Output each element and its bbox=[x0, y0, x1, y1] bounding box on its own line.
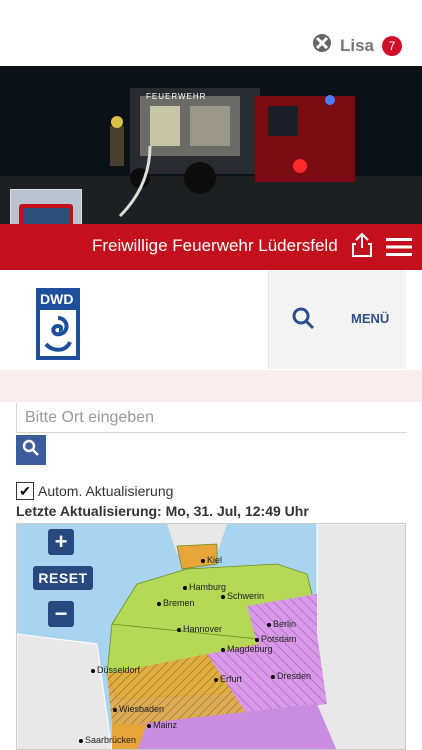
city-label: Hannover bbox=[176, 624, 223, 634]
city-label: Schwerin bbox=[220, 591, 265, 601]
city-label: Bremen bbox=[157, 598, 195, 608]
info-strip bbox=[0, 370, 422, 402]
dwd-logo-text: DWD bbox=[40, 291, 74, 307]
group-title: Freiwillige Feuerwehr Lüdersfeld bbox=[92, 236, 338, 255]
hamburger-menu-icon[interactable] bbox=[386, 237, 412, 262]
dwd-logo[interactable]: DWD bbox=[36, 288, 80, 365]
user-menu[interactable]: Lisa 7 bbox=[312, 33, 402, 58]
place-search-button[interactable] bbox=[16, 435, 46, 465]
user-name: Lisa bbox=[339, 35, 374, 55]
auto-update-checkbox[interactable]: ✔ bbox=[16, 482, 34, 500]
city-label: Düsseldorf bbox=[90, 665, 141, 675]
city-label: Mainz bbox=[146, 720, 178, 730]
app-logo-icon bbox=[312, 33, 332, 58]
city-label: Kiel bbox=[200, 555, 223, 565]
city-label: Saarbrücken bbox=[78, 735, 137, 745]
auto-update-label: Autom. Aktualisierung bbox=[38, 483, 174, 499]
dwd-nav-panel: MENÜ bbox=[268, 270, 406, 369]
zoom-out-button[interactable]: − bbox=[48, 601, 74, 627]
map-reset-button[interactable]: RESET bbox=[33, 566, 93, 590]
auto-update-row[interactable]: ✔ Autom. Aktualisierung bbox=[16, 482, 173, 500]
top-bar: Lisa 7 bbox=[0, 0, 422, 66]
group-title-bar: Freiwillige Feuerwehr Lüdersfeld bbox=[0, 224, 422, 270]
search-icon bbox=[22, 439, 40, 462]
share-icon[interactable] bbox=[350, 232, 374, 263]
city-label: Wiesbaden bbox=[112, 704, 165, 714]
place-search-input[interactable] bbox=[16, 403, 407, 433]
last-update-text: Letzte Aktualisierung: Mo, 31. Jul, 12:4… bbox=[16, 503, 309, 519]
city-label: Magdeburg bbox=[221, 644, 273, 654]
notification-badge[interactable]: 7 bbox=[382, 35, 402, 56]
truck-label: FEUERWEHR bbox=[146, 92, 207, 101]
city-label: Berlin bbox=[266, 619, 297, 629]
zoom-in-button[interactable]: + bbox=[48, 529, 74, 555]
search-icon[interactable] bbox=[291, 306, 315, 335]
city-label: Hamburg bbox=[182, 582, 227, 592]
dwd-menu-button[interactable]: MENÜ bbox=[351, 311, 389, 326]
city-label: Potsdam bbox=[255, 634, 297, 644]
city-label: Dresden bbox=[270, 671, 312, 681]
warning-map[interactable]: + RESET − Kiel Hamburg Schwerin Bremen H… bbox=[16, 523, 406, 750]
city-label: Erfurt bbox=[213, 674, 243, 684]
